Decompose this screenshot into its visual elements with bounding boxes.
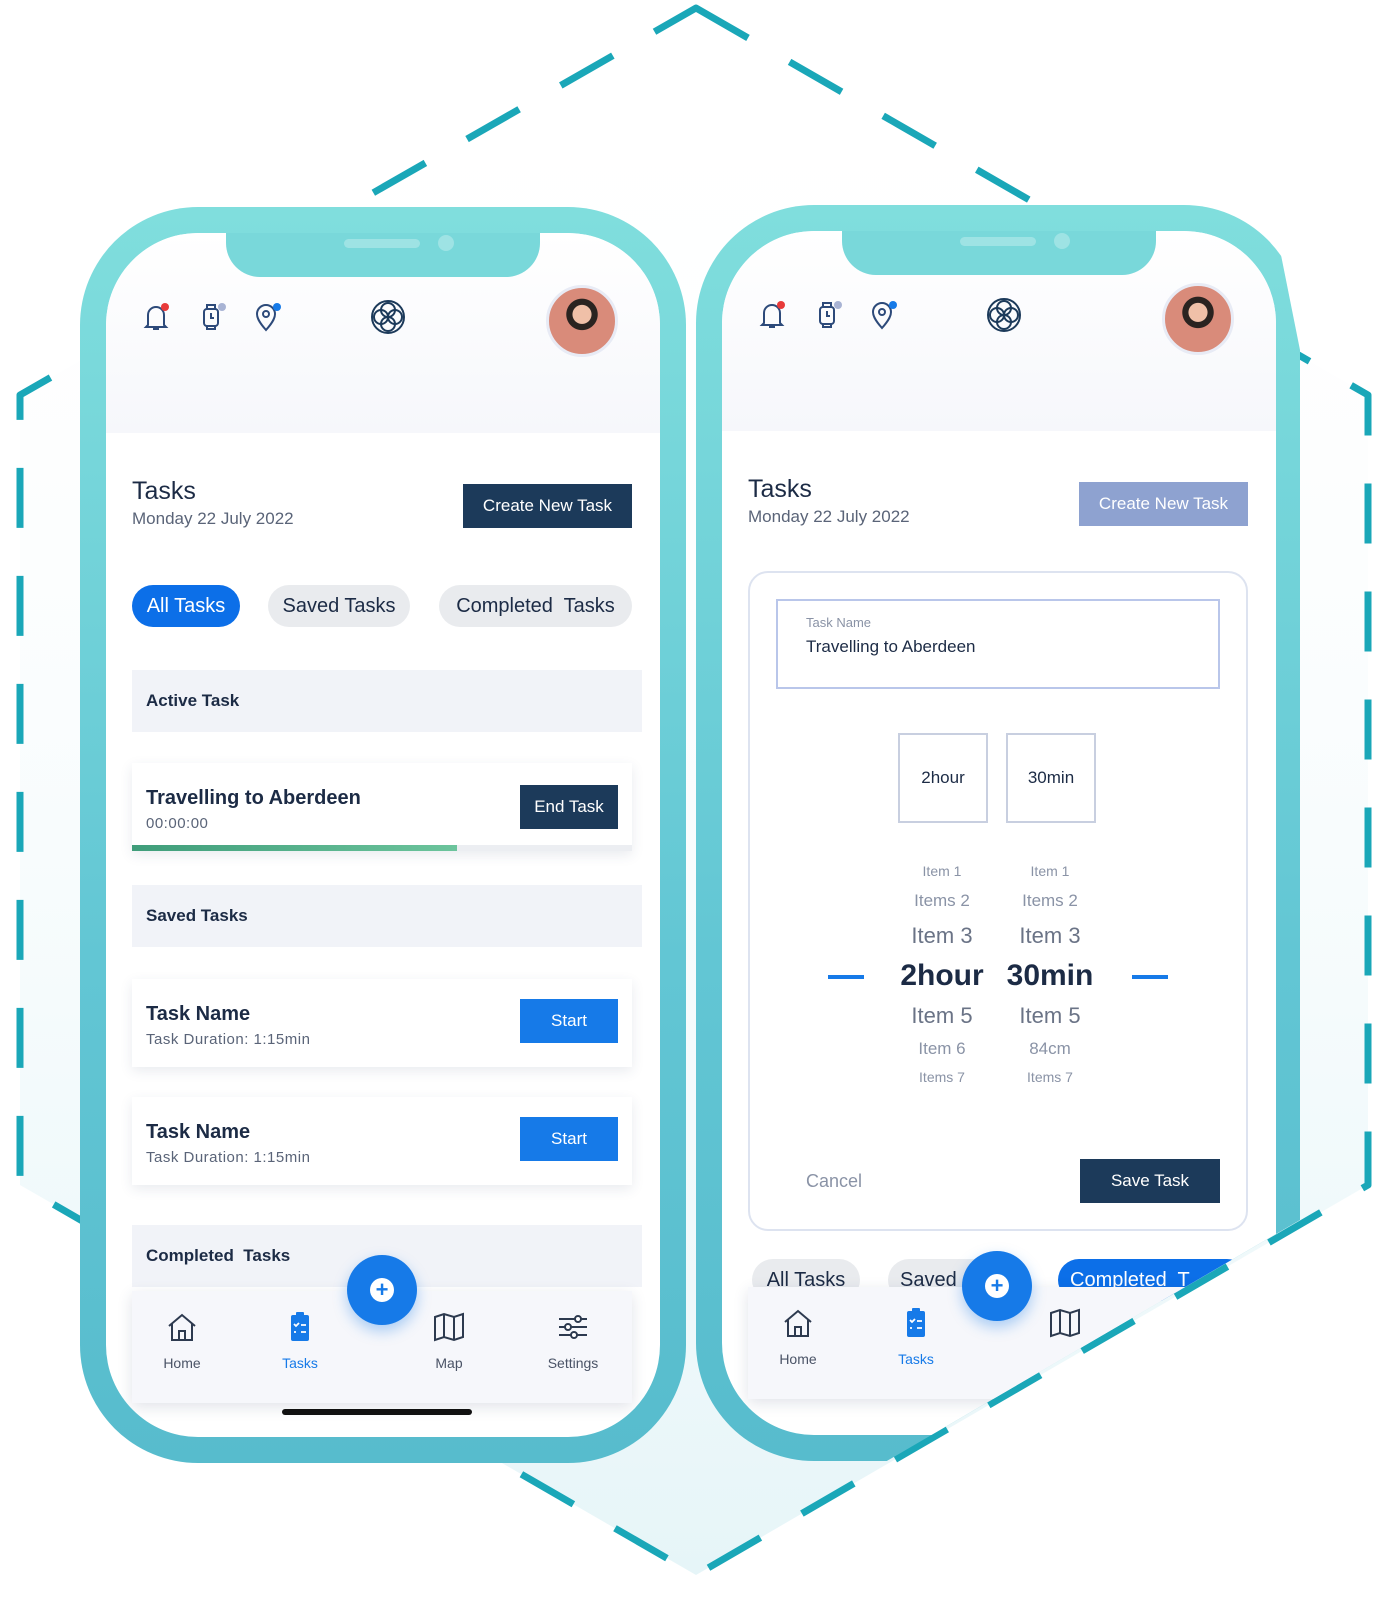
location-pin-icon[interactable] bbox=[868, 299, 900, 331]
nav-tasks[interactable]: Tasks bbox=[876, 1307, 956, 1367]
picker-selected-value[interactable]: 30min bbox=[990, 959, 1110, 993]
page-date: Monday 22 July 2022 bbox=[132, 509, 294, 528]
minus-icon[interactable] bbox=[828, 975, 864, 979]
watch-icon[interactable] bbox=[196, 301, 228, 333]
page-title: Tasks bbox=[748, 475, 812, 503]
task-timer: 00:00:00 bbox=[146, 815, 209, 832]
picker-option[interactable]: Item 5 bbox=[990, 1003, 1110, 1029]
tasks-screen: Tasks Monday 22 July 2022 Create New Tas… bbox=[106, 233, 660, 1437]
create-new-task-button[interactable]: Create New Task bbox=[1079, 482, 1248, 526]
flower-logo-icon bbox=[371, 300, 405, 334]
picker-option[interactable]: Item 1 bbox=[990, 863, 1110, 879]
picker-option[interactable]: Item 3 bbox=[882, 923, 1002, 949]
picker-option[interactable]: Items 7 bbox=[882, 1069, 1002, 1085]
task-name: Task Name bbox=[146, 1003, 251, 1025]
tab-saved-tasks[interactable]: Saved Tasks bbox=[268, 585, 410, 627]
task-duration: Task Duration: 1:15min bbox=[146, 1149, 311, 1166]
nav-home[interactable]: Home bbox=[758, 1307, 838, 1367]
tab-all-tasks[interactable]: All Tasks bbox=[132, 585, 240, 627]
bell-icon[interactable] bbox=[140, 301, 172, 333]
avatar[interactable] bbox=[1162, 283, 1234, 355]
input-label: Task Name bbox=[806, 615, 872, 630]
task-name: Task Name bbox=[146, 1121, 251, 1143]
nav-label: Tasks bbox=[282, 1355, 318, 1371]
input-value: Travelling to Aberdeen bbox=[806, 637, 976, 656]
start-button[interactable]: Start bbox=[520, 1117, 618, 1161]
nav-settings[interactable]: Settings bbox=[533, 1311, 613, 1371]
nav-map[interactable]: Map bbox=[409, 1311, 489, 1371]
nav-label: Tasks bbox=[898, 1351, 934, 1367]
bell-icon[interactable] bbox=[756, 299, 788, 331]
home-indicator bbox=[282, 1409, 472, 1415]
task-duration: Task Duration: 1:15min bbox=[146, 1031, 311, 1048]
nav-tasks[interactable]: Tasks bbox=[260, 1311, 340, 1371]
location-pin-icon[interactable] bbox=[252, 301, 284, 333]
plus-icon: + bbox=[370, 1278, 394, 1302]
nav-label: Settings bbox=[547, 1355, 599, 1371]
picker-option[interactable]: Items 2 bbox=[882, 891, 1002, 911]
add-task-fab[interactable]: + bbox=[347, 1255, 417, 1325]
active-task-card: Travelling to Aberdeen 00:00:00 End Task bbox=[132, 763, 632, 851]
task-name: Travelling to Aberdeen bbox=[146, 787, 361, 809]
saved-task-card: Task Name Task Duration: 1:15min Start bbox=[132, 1097, 632, 1185]
sliders-icon bbox=[559, 1315, 587, 1339]
saved-tasks-header: Saved Tasks bbox=[132, 885, 642, 947]
hour-box[interactable]: 2hour bbox=[898, 733, 988, 823]
add-task-fab[interactable]: + bbox=[962, 1251, 1032, 1321]
notch bbox=[842, 231, 1156, 275]
picker-option[interactable]: Item 6 bbox=[882, 1039, 1002, 1059]
home-icon bbox=[784, 1309, 812, 1337]
nav-label: Home bbox=[779, 1351, 817, 1367]
page-date: Monday 22 July 2022 bbox=[748, 507, 910, 526]
picker-option[interactable]: Item 3 bbox=[990, 923, 1110, 949]
create-new-task-button[interactable]: Create New Task bbox=[463, 484, 632, 528]
picker-option[interactable]: Item 1 bbox=[882, 863, 1002, 879]
progress-fill bbox=[132, 845, 457, 851]
nav-label: Map bbox=[435, 1355, 463, 1371]
picker-selected-value[interactable]: 2hour bbox=[882, 959, 1002, 993]
create-task-screen: Tasks Monday 22 July 2022 Create New Tas… bbox=[722, 231, 1276, 1435]
minus-icon[interactable] bbox=[1132, 975, 1168, 979]
save-task-button[interactable]: Save Task bbox=[1080, 1159, 1220, 1203]
notch bbox=[226, 233, 540, 277]
create-task-form: Task Name Travelling to Aberdeen 2hour 3… bbox=[748, 571, 1248, 1231]
picker-option[interactable]: Item 5 bbox=[882, 1003, 1002, 1029]
page-title: Tasks bbox=[132, 477, 196, 505]
clipboard-icon bbox=[907, 1308, 925, 1337]
avatar[interactable] bbox=[546, 285, 618, 357]
plus-icon: + bbox=[985, 1274, 1009, 1298]
map-icon bbox=[1050, 1308, 1080, 1338]
start-button[interactable]: Start bbox=[520, 999, 618, 1043]
map-icon bbox=[434, 1312, 464, 1342]
picker-option[interactable]: 84cm bbox=[990, 1039, 1110, 1059]
cancel-button[interactable]: Cancel bbox=[806, 1171, 862, 1192]
saved-task-card: Task Name Task Duration: 1:15min Start bbox=[132, 979, 632, 1067]
minute-box[interactable]: 30min bbox=[1006, 733, 1096, 823]
nav-label: Home bbox=[163, 1355, 201, 1371]
picker-option[interactable]: Items 7 bbox=[990, 1069, 1110, 1085]
home-icon bbox=[168, 1313, 196, 1341]
nav-home[interactable]: Home bbox=[142, 1311, 222, 1371]
active-task-header: Active Task bbox=[132, 670, 642, 732]
phone-left: Tasks Monday 22 July 2022 Create New Tas… bbox=[80, 207, 686, 1463]
watch-icon[interactable] bbox=[812, 299, 844, 331]
flower-logo-icon bbox=[987, 298, 1021, 332]
task-name-input[interactable]: Task Name Travelling to Aberdeen bbox=[776, 599, 1220, 689]
end-task-button[interactable]: End Task bbox=[520, 785, 618, 829]
picker-option[interactable]: Items 2 bbox=[990, 891, 1110, 911]
progress-bar bbox=[132, 845, 632, 851]
tab-completed-tasks[interactable]: Completed Tasks bbox=[439, 585, 632, 627]
clipboard-icon bbox=[291, 1312, 309, 1341]
